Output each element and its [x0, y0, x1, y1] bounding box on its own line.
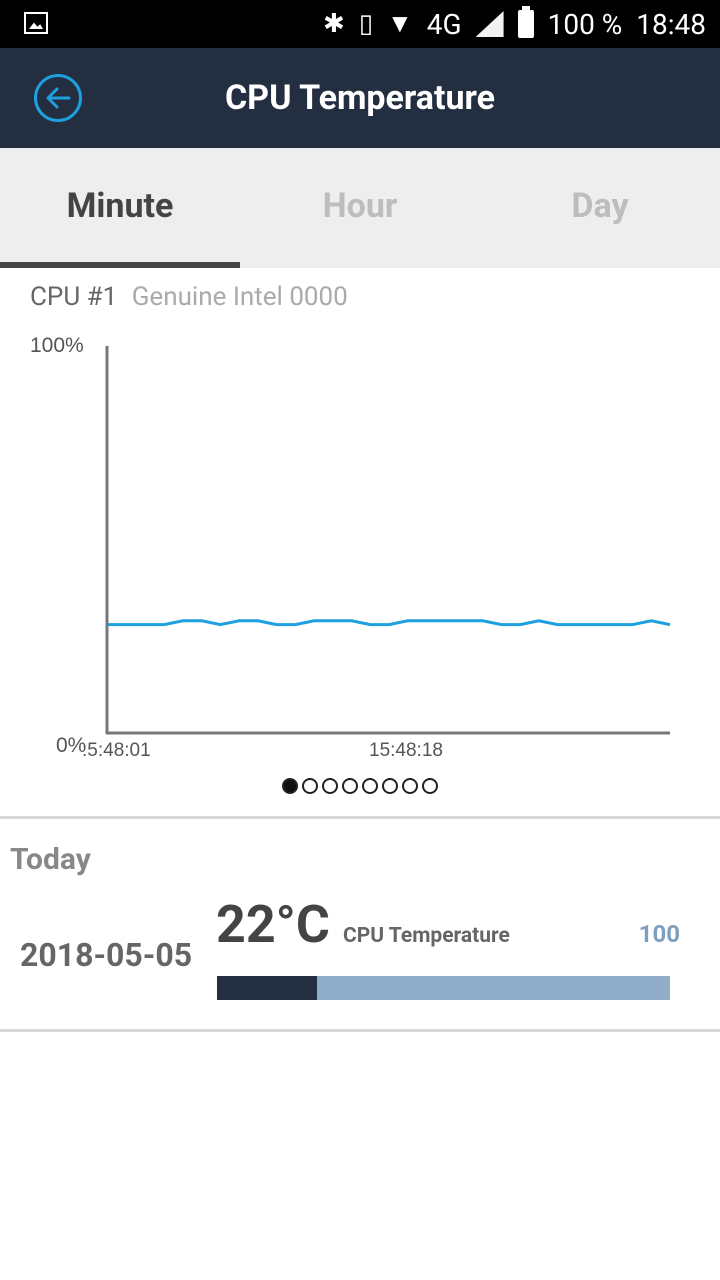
page-title: CPU Temperature	[224, 78, 496, 118]
status-icons: ✱ ▯ ▼ 4G 100 % 18:48	[323, 0, 706, 48]
temperature-level-fill	[217, 976, 317, 1000]
app-bar: CPU Temperature	[0, 48, 720, 148]
signal-icon	[475, 11, 504, 37]
battery-icon	[517, 6, 534, 38]
page-dot[interactable]	[302, 778, 318, 794]
temperature-value: 22°C	[216, 894, 330, 955]
page-dot[interactable]	[402, 778, 418, 794]
tab-minute[interactable]: Minute	[0, 148, 240, 268]
temperature-label: CPU Temperature	[343, 924, 510, 948]
cpu-name: CPU #1	[30, 282, 118, 312]
page-dot[interactable]	[342, 778, 358, 794]
today-heading: Today	[10, 842, 91, 877]
network-type: 4G	[426, 7, 462, 41]
max-value: 100	[638, 920, 680, 948]
wifi-icon: ▼	[387, 9, 413, 39]
temperature-level-bar	[217, 976, 670, 1000]
clock: 18:48	[636, 7, 706, 41]
date-label: 2018-05-05	[20, 936, 193, 974]
y-top-label: 100%	[30, 334, 84, 357]
divider	[0, 816, 720, 819]
page-indicator	[0, 778, 720, 798]
cpu-header: CPU #1 Genuine Intel 0000	[30, 282, 348, 312]
tab-hour[interactable]: Hour	[240, 148, 480, 268]
temperature-series-line	[108, 619, 671, 627]
bluetooth-icon: ✱	[322, 9, 345, 39]
gallery-notification-icon	[24, 12, 48, 34]
tab-day[interactable]: Day	[480, 148, 720, 268]
cpu-model: Genuine Intel 0000	[131, 282, 348, 312]
status-bar: ✱ ▯ ▼ 4G 100 % 18:48	[0, 0, 720, 48]
page-dot[interactable]	[282, 778, 298, 794]
page-dot[interactable]	[362, 778, 378, 794]
page-dot[interactable]	[422, 778, 438, 794]
vibrate-icon: ▯	[358, 9, 374, 39]
tab-bar: Minute Hour Day	[0, 148, 720, 268]
x-tick-label-1: :5:48:01	[82, 740, 151, 761]
page-dot[interactable]	[322, 778, 338, 794]
temperature-chart: 100% 0% :5:48:01 15:48:18	[30, 334, 671, 761]
battery-percent: 100 %	[547, 7, 623, 41]
page-dot[interactable]	[382, 778, 398, 794]
divider	[0, 1029, 720, 1032]
x-tick-label-2: 15:48:18	[369, 740, 443, 761]
